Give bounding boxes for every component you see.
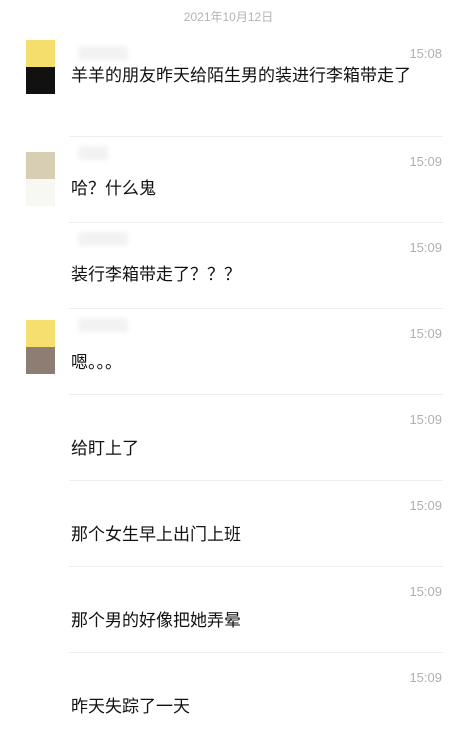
message-text[interactable]: 羊羊的朋友昨天给陌生男的装进行李箱带走了	[71, 63, 441, 89]
message-row: 15:09 给盯上了	[0, 394, 457, 480]
sender-name-blurred	[78, 318, 128, 332]
divider	[69, 222, 443, 223]
message-text[interactable]: 哈？什么鬼	[71, 176, 441, 202]
message-time: 15:09	[409, 154, 442, 169]
message-row: 15:09 昨天失踪了一天	[0, 652, 457, 732]
divider	[69, 480, 443, 481]
sender-name-blurred	[78, 146, 108, 160]
message-time: 15:09	[409, 412, 442, 427]
message-time: 15:08	[409, 46, 442, 61]
divider	[69, 652, 443, 653]
message-time: 15:09	[409, 584, 442, 599]
chat-history: 2021年10月12日 15:08 羊羊的朋友昨天给陌生男的装进行李箱带走了 1…	[0, 0, 457, 732]
message-time: 15:09	[409, 498, 442, 513]
message-time: 15:09	[409, 670, 442, 685]
sender-name-blurred	[78, 232, 128, 246]
message-row: 15:09 嗯。。。	[0, 308, 457, 394]
message-text[interactable]: 那个女生早上出门上班	[71, 522, 441, 548]
message-row: 15:09 那个女生早上出门上班	[0, 480, 457, 566]
sender-name-blurred	[78, 46, 128, 60]
message-row: 15:09 那个男的好像把她弄晕	[0, 566, 457, 652]
message-text[interactable]: 给盯上了	[71, 436, 441, 462]
message-row: 15:08 羊羊的朋友昨天给陌生男的装进行李箱带走了	[0, 36, 457, 136]
message-time: 15:09	[409, 240, 442, 255]
message-text[interactable]: 昨天失踪了一天	[71, 694, 441, 720]
divider	[69, 394, 443, 395]
message-text[interactable]: 那个男的好像把她弄晕	[71, 608, 441, 634]
divider	[69, 308, 443, 309]
message-text[interactable]: 装行李箱带走了？？？	[71, 262, 441, 288]
divider	[69, 136, 443, 137]
message-row: 15:09 哈？什么鬼	[0, 136, 457, 222]
divider	[69, 566, 443, 567]
message-text[interactable]: 嗯。。。	[71, 350, 441, 376]
message-row: 15:09 装行李箱带走了？？？	[0, 222, 457, 308]
message-time: 15:09	[409, 326, 442, 341]
date-divider: 2021年10月12日	[183, 10, 274, 24]
